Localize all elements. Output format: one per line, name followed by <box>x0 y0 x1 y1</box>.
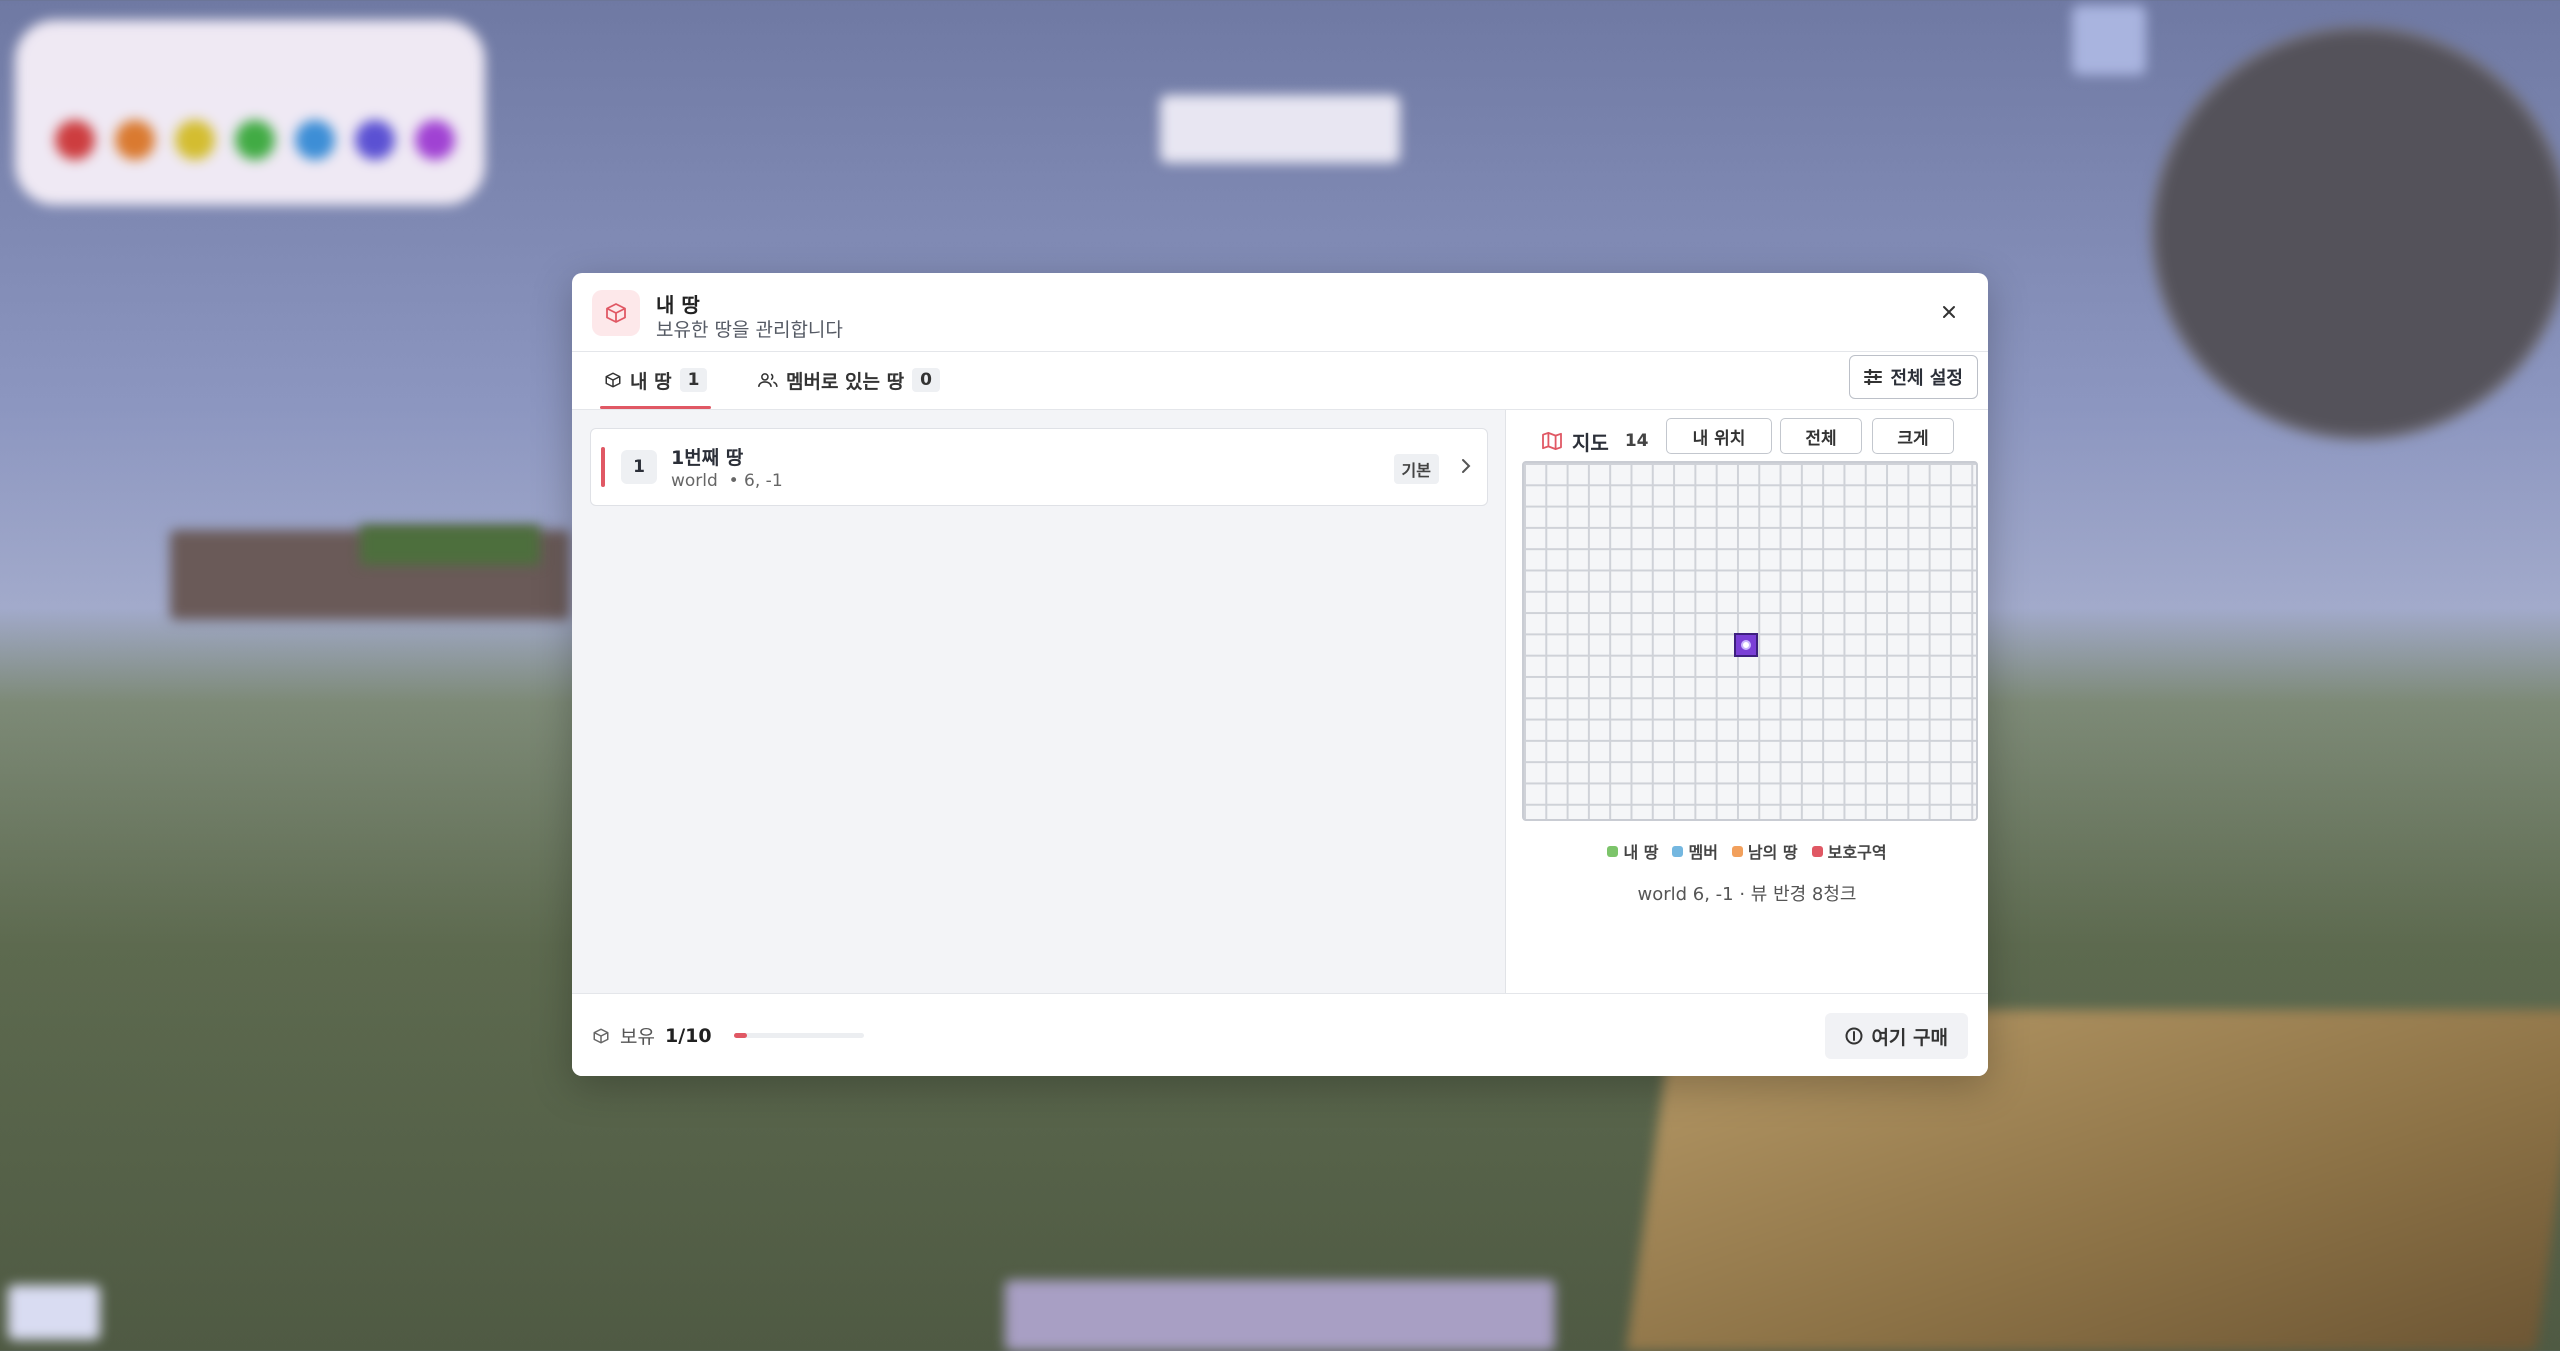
legend-item-member: 멤버 <box>1672 839 1718 863</box>
tab-bar: 내 땅 1 멤버로 있는 땅 0 <box>572 351 1988 410</box>
background-minimap <box>2150 25 2560 441</box>
all-settings-button[interactable]: 전체 설정 <box>1849 355 1978 399</box>
my-land-modal: 내 땅 보유한 땅을 관리합니다 내 땅 1 멤버로 있는 땅 0 전체 설정 … <box>572 273 1988 1076</box>
legend-label: 내 땅 <box>1623 843 1659 862</box>
tab-count: 0 <box>912 368 940 392</box>
map-header: 지도 14 <box>1542 424 1648 458</box>
land-default-badge: 기본 <box>1393 454 1439 484</box>
modal-header: 내 땅 보유한 땅을 관리합니다 <box>572 273 1988 352</box>
own-count: 1/10 <box>664 1024 712 1047</box>
legend-swatch <box>1607 845 1619 857</box>
close-button[interactable] <box>1932 295 1966 329</box>
map-label: 지도 <box>1572 430 1609 455</box>
map-my-location-button[interactable]: 내 위치 <box>1666 418 1772 454</box>
map-status-text: world 6, -1 · 뷰 반경 8청크 <box>1637 884 1857 905</box>
land-list-item[interactable]: 1 1번째 땅 world • 6, -1 기본 <box>590 428 1488 506</box>
background-corner-widget <box>8 1285 100 1340</box>
map-pane: 지도 14 내 위치 전체 크게 내 땅 멤버 남의 땅 보호구역 world … <box>1506 410 1988 993</box>
legend-label: 남의 땅 <box>1747 843 1798 862</box>
background-gem-panel <box>15 20 485 205</box>
coin-icon <box>1845 1027 1863 1045</box>
legend-item-protected-zone: 보호구역 <box>1811 839 1887 863</box>
land-index: 1 <box>621 450 657 484</box>
tab-my-land[interactable]: 내 땅 1 <box>599 351 712 409</box>
modal-footer: 보유 1/10 여기 구매 <box>572 993 1988 1076</box>
sliders-icon <box>1864 369 1883 385</box>
player-location-marker <box>1734 633 1758 657</box>
ownership-progress-fill <box>733 1033 747 1038</box>
map-enlarge-button[interactable]: 크게 <box>1872 418 1954 454</box>
tab-label: 멤버로 있는 땅 <box>786 370 905 393</box>
background-title-box <box>1160 95 1400 163</box>
land-accent-bar <box>601 447 605 487</box>
legend-swatch <box>1811 845 1823 857</box>
background-hotbar <box>1005 1280 1555 1351</box>
land-name: 1번째 땅 <box>671 447 744 469</box>
cube-icon <box>605 372 621 388</box>
own-label: 보유 <box>620 1026 655 1048</box>
legend-label: 보호구역 <box>1827 843 1887 862</box>
map-legend: 내 땅 멤버 남의 땅 보호구역 <box>1506 839 1988 863</box>
background-hedge <box>360 525 540 565</box>
buy-here-button[interactable]: 여기 구매 <box>1825 1013 1968 1059</box>
legend-item-others-land: 남의 땅 <box>1731 839 1798 863</box>
modal-title: 내 땅 <box>656 293 700 317</box>
map-zoom-level: 14 <box>1624 431 1649 451</box>
land-location: world • 6, -1 <box>671 471 783 491</box>
map-icon <box>1542 432 1562 450</box>
map-all-button[interactable]: 전체 <box>1780 418 1862 454</box>
legend-label: 멤버 <box>1688 843 1718 862</box>
land-coords: • 6, -1 <box>728 471 783 491</box>
ownership-summary: 보유 1/10 <box>592 994 864 1076</box>
land-list-pane: 1 1번째 땅 world • 6, -1 기본 <box>572 410 1506 993</box>
chunk-map-grid[interactable] <box>1522 461 1978 821</box>
land-cube-icon <box>592 290 640 336</box>
ownership-progress-bar <box>733 1033 864 1038</box>
tab-label: 내 땅 <box>630 370 672 393</box>
tab-count: 1 <box>679 368 708 392</box>
background-eye-button <box>2072 5 2146 75</box>
all-settings-label: 전체 설정 <box>1890 368 1963 389</box>
land-world: world <box>671 471 718 491</box>
tab-member-land[interactable]: 멤버로 있는 땅 0 <box>758 351 940 409</box>
legend-swatch <box>1731 845 1743 857</box>
close-icon <box>1943 306 1955 318</box>
users-icon <box>758 373 778 387</box>
legend-swatch <box>1672 845 1684 857</box>
buy-here-label: 여기 구매 <box>1871 1026 1948 1049</box>
legend-item-my-land: 내 땅 <box>1607 839 1658 863</box>
chevron-right-icon <box>1462 459 1471 473</box>
cube-icon <box>593 1028 609 1043</box>
modal-subtitle: 보유한 땅을 관리합니다 <box>656 319 843 341</box>
